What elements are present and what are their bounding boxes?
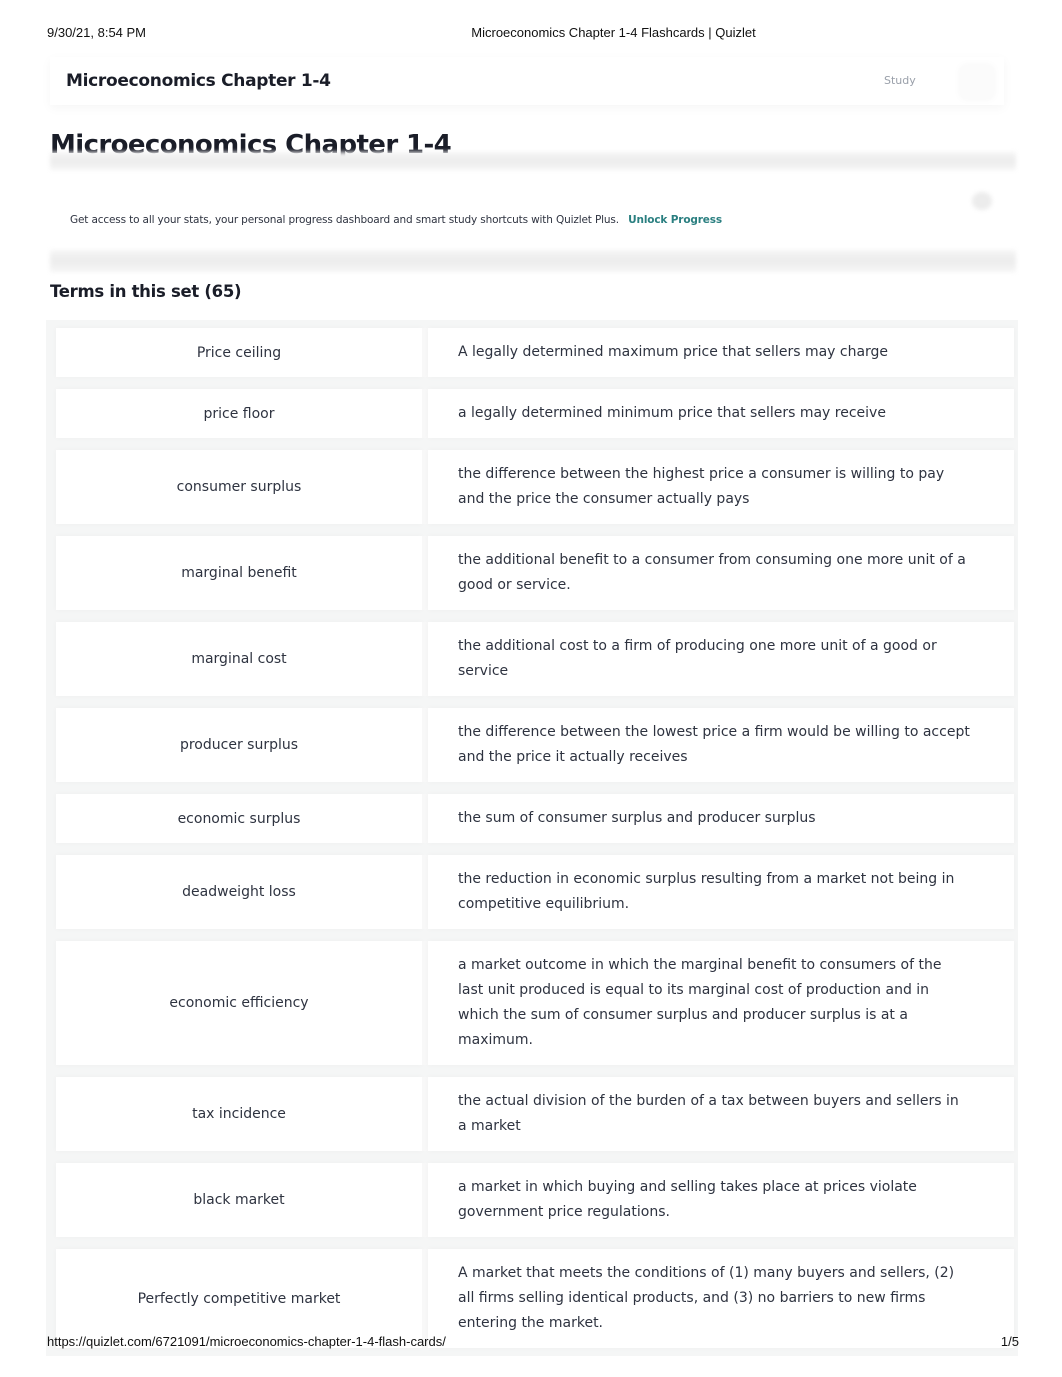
definition-text: a market in which buying and selling tak… [428, 1163, 1014, 1237]
term-text: deadweight loss [56, 855, 422, 929]
print-document-title: Microeconomics Chapter 1-4 Flashcards | … [471, 25, 756, 40]
sticky-set-header: Microeconomics Chapter 1-4 Study [50, 57, 1004, 105]
term-row: tax incidence the actual division of the … [46, 1077, 1018, 1151]
more-options-icon[interactable] [960, 65, 994, 99]
definition-text: the difference between the highest price… [428, 450, 1014, 524]
term-text: consumer surplus [56, 450, 422, 524]
definition-text: A legally determined maximum price that … [428, 328, 1014, 377]
print-header: 9/30/21, 8:54 PM Microeconomics Chapter … [0, 25, 1062, 41]
definition-text: the difference between the lowest price … [428, 708, 1014, 782]
study-button[interactable]: Study [884, 74, 916, 87]
term-row: producer surplus the difference between t… [46, 708, 1018, 782]
options-icon[interactable] [972, 192, 992, 210]
promo-text: Get access to all your stats, your perso… [70, 214, 619, 226]
definition-text: the sum of consumer surplus and producer… [428, 794, 1014, 843]
definition-text: a legally determined minimum price that … [428, 389, 1014, 438]
set-title: Microeconomics Chapter 1-4 [66, 71, 331, 91]
print-footer: https://quizlet.com/6721091/microeconomi… [0, 1334, 1062, 1350]
term-text: marginal benefit [56, 536, 422, 610]
definition-text: the actual division of the burden of a t… [428, 1077, 1014, 1151]
term-text: marginal cost [56, 622, 422, 696]
term-text: producer surplus [56, 708, 422, 782]
term-text: tax incidence [56, 1077, 422, 1151]
print-url: https://quizlet.com/6721091/microeconomi… [47, 1334, 446, 1349]
term-row: Price ceiling A legally determined maximu… [46, 328, 1018, 377]
placeholder-bar [50, 152, 1016, 170]
placeholder-bar [50, 250, 1016, 272]
progress-promo: Get access to all your stats, your perso… [70, 214, 722, 226]
term-row: consumer surplus the difference between t… [46, 450, 1018, 524]
definition-text: the additional benefit to a consumer fro… [428, 536, 1014, 610]
term-text: economic surplus [56, 794, 422, 843]
term-row: economic efficiency a market outcome in w… [46, 941, 1018, 1065]
term-text: economic efficiency [56, 941, 422, 1065]
definition-text: a market outcome in which the marginal b… [428, 941, 1014, 1065]
term-row: deadweight loss the reduction in economic… [46, 855, 1018, 929]
term-text: Price ceiling [56, 328, 422, 377]
terms-heading: Terms in this set (65) [50, 282, 242, 301]
term-text: black market [56, 1163, 422, 1237]
term-text: price floor [56, 389, 422, 438]
definition-text: the reduction in economic surplus result… [428, 855, 1014, 929]
term-row: economic surplus the sum of consumer surp… [46, 794, 1018, 843]
definition-text: the additional cost to a firm of produci… [428, 622, 1014, 696]
unlock-progress-link[interactable]: Unlock Progress [628, 214, 722, 226]
term-row: black market a market in which buying and… [46, 1163, 1018, 1237]
term-row: marginal cost the additional cost to a fi… [46, 622, 1018, 696]
terms-list: Price ceiling A legally determined maximu… [46, 320, 1018, 1356]
term-row: price floor a legally determined minimum … [46, 389, 1018, 438]
term-row: marginal benefit the additional benefit t… [46, 536, 1018, 610]
print-page-indicator: 1/5 [1000, 1334, 1019, 1349]
